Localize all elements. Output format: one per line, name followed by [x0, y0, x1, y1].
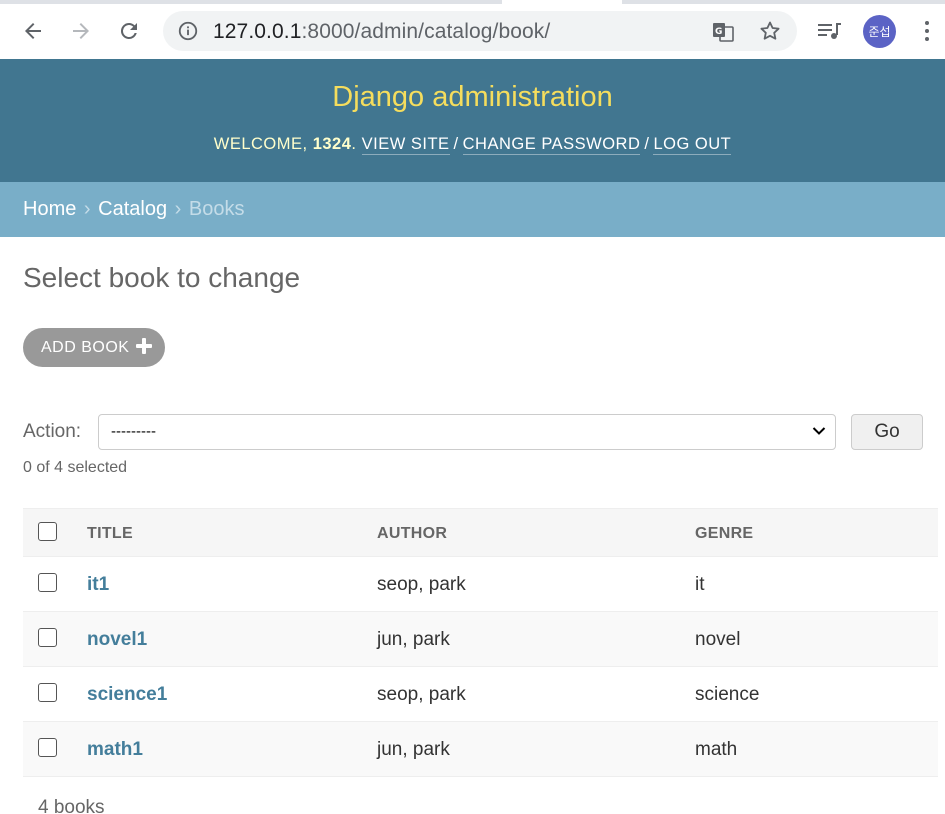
url-host: 127.0.0.1	[213, 20, 302, 43]
breadcrumb: Home › Catalog › Books	[0, 182, 945, 237]
book-genre: it	[695, 574, 705, 595]
selected-count: 0 of 4 selected	[23, 459, 128, 476]
user-tools: WELCOME, 1324. VIEW SITE / CHANGE PASSWORD…	[0, 135, 945, 155]
table-row: math1 jun, park math	[23, 722, 938, 777]
go-button[interactable]: Go	[851, 414, 923, 450]
site-header: Django administration WELCOME, 1324. VIE…	[0, 59, 945, 182]
action-label: Action:	[23, 421, 82, 442]
select-all-checkbox[interactable]	[38, 522, 57, 541]
column-header-author[interactable]: AUTHOR	[377, 525, 447, 543]
book-author: seop, park	[377, 574, 466, 595]
breadcrumb-current: Books	[188, 198, 245, 220]
table-header: TITLE AUTHOR GENRE	[23, 508, 938, 557]
log-out-link[interactable]: LOG OUT	[653, 135, 732, 155]
book-author: seop, park	[377, 684, 466, 705]
welcome-text: WELCOME,	[213, 135, 313, 153]
table-row: novel1 jun, park novel	[23, 612, 938, 667]
book-title-link[interactable]: math1	[87, 739, 143, 761]
row-checkbox[interactable]	[38, 573, 57, 592]
url-text[interactable]: 127.0.0.1:8000/admin/catalog/book/	[213, 20, 550, 44]
book-title-link[interactable]: science1	[87, 684, 167, 706]
paginator: 4 books	[38, 797, 105, 814]
welcome-end: .	[351, 135, 357, 153]
reload-icon[interactable]	[112, 14, 146, 48]
column-header-title[interactable]: TITLE	[87, 525, 133, 543]
column-header-genre[interactable]: GENRE	[695, 525, 753, 543]
address-bar[interactable]: 127.0.0.1:8000/admin/catalog/book/ G	[163, 11, 797, 51]
book-title-link[interactable]: it1	[87, 574, 109, 596]
breadcrumb-catalog[interactable]: Catalog	[98, 198, 167, 220]
breadcrumb-home[interactable]: Home	[23, 198, 76, 220]
book-genre: novel	[695, 629, 741, 650]
action-select[interactable]: ---------	[98, 414, 836, 450]
username: 1324	[312, 135, 352, 153]
row-checkbox[interactable]	[38, 628, 57, 647]
change-password-link[interactable]: CHANGE PASSWORD	[462, 135, 641, 155]
forward-icon[interactable]	[64, 14, 98, 48]
tab-strip	[0, 0, 945, 4]
separator: /	[453, 135, 459, 153]
avatar[interactable]: 준섭	[863, 15, 896, 48]
chevron-down-icon	[812, 427, 826, 435]
kebab-menu-icon[interactable]	[914, 16, 940, 46]
table-row: it1 seop, park it	[23, 557, 938, 612]
view-site-link[interactable]: VIEW SITE	[361, 135, 450, 155]
translate-icon[interactable]: G	[711, 20, 735, 44]
active-tab[interactable]	[502, 0, 622, 4]
table-row: science1 seop, park science	[23, 667, 938, 722]
plus-icon	[136, 338, 152, 354]
browser-toolbar: 127.0.0.1:8000/admin/catalog/book/ G 준섭	[0, 0, 945, 59]
results-table: TITLE AUTHOR GENRE it1 seop, park it nov…	[23, 508, 938, 777]
book-genre: science	[695, 684, 760, 705]
row-checkbox[interactable]	[38, 683, 57, 702]
separator: /	[644, 135, 650, 153]
breadcrumb-separator: ›	[174, 198, 182, 220]
add-book-label: ADD BOOK	[41, 338, 130, 356]
book-author: jun, park	[377, 629, 450, 650]
info-icon[interactable]	[177, 20, 199, 42]
add-book-button[interactable]: ADD BOOK	[23, 328, 165, 367]
media-control-icon[interactable]	[815, 17, 843, 45]
page-title: Select book to change	[23, 262, 301, 293]
url-path: :8000/admin/catalog/book/	[301, 20, 551, 43]
svg-text:G: G	[715, 27, 722, 37]
breadcrumb-separator: ›	[83, 198, 91, 220]
action-select-value: ---------	[111, 423, 156, 440]
book-genre: math	[695, 739, 738, 760]
book-author: jun, park	[377, 739, 450, 760]
book-title-link[interactable]: novel1	[87, 629, 147, 651]
star-icon[interactable]	[758, 19, 782, 43]
site-branding[interactable]: Django administration	[0, 81, 945, 114]
back-icon[interactable]	[16, 14, 50, 48]
row-checkbox[interactable]	[38, 738, 57, 757]
